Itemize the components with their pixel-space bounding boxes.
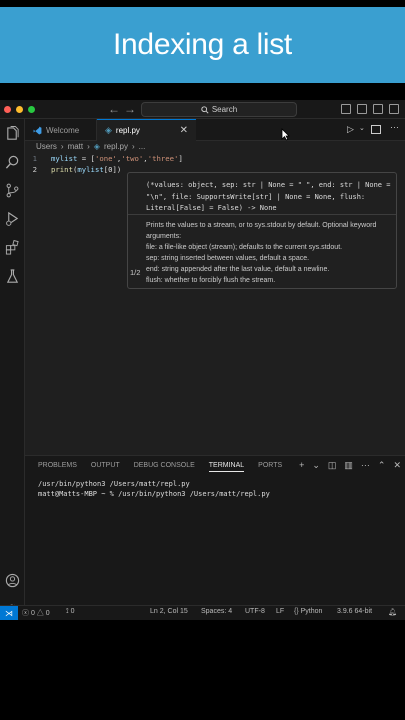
ports-status[interactable]: ⟟ 0	[66, 608, 74, 616]
new-terminal-icon[interactable]: +	[299, 460, 304, 471]
line-number: 1	[32, 154, 37, 163]
extensions-icon[interactable]	[5, 240, 20, 255]
python-interpreter[interactable]: 3.9.6 64-bit	[337, 608, 372, 615]
overload-counter[interactable]: 1/2	[130, 268, 140, 277]
tab-output[interactable]: OUTPUT	[91, 462, 120, 472]
customize-layout-icon[interactable]	[389, 104, 399, 114]
code-text: mylist = ['one','two','three']	[51, 154, 183, 163]
tab-label: repl.py	[115, 126, 140, 135]
search-icon	[201, 105, 209, 114]
breadcrumb-item[interactable]: repl.py	[104, 142, 128, 151]
testing-icon[interactable]	[5, 269, 20, 284]
close-tab-icon[interactable]: ✕	[180, 125, 188, 136]
breadcrumb-item[interactable]: Users	[36, 142, 57, 151]
tab-problems[interactable]: PROBLEMS	[38, 462, 77, 472]
panel-tabs: PROBLEMS OUTPUT DEBUG CONSOLE TERMINAL P…	[38, 462, 282, 472]
breadcrumb-item[interactable]: matt	[68, 142, 84, 151]
close-window-button[interactable]	[4, 106, 11, 113]
line-ending[interactable]: LF	[276, 608, 284, 615]
chevron-right-icon: ›	[87, 142, 90, 151]
problems-status[interactable]: ⓧ 0 △ 0	[22, 608, 50, 618]
files-icon[interactable]	[5, 126, 20, 141]
vscode-window: ← → Search 1 Welcome ◈ repl.py ✕ ▷	[0, 100, 405, 620]
split-terminal-icon[interactable]: ◫	[328, 460, 337, 471]
tab-terminal[interactable]: TERMINAL	[208, 462, 245, 472]
title-banner: Indexing a list	[0, 0, 405, 92]
bottom-panel: PROBLEMS OUTPUT DEBUG CONSOLE TERMINAL P…	[25, 455, 405, 605]
vscode-logo-icon	[33, 126, 42, 134]
signature-text: (*values: object, sep: str | None = " ",…	[146, 181, 391, 212]
encoding[interactable]: UTF-8	[245, 608, 265, 615]
source-control-icon[interactable]	[5, 183, 20, 198]
remote-icon[interactable]: ⋊	[0, 606, 18, 620]
tab-repl-py[interactable]: ◈ repl.py ✕	[97, 119, 196, 141]
chevron-right-icon: ›	[131, 142, 135, 151]
code-text: print(mylist[0])	[51, 165, 122, 174]
maximize-window-button[interactable]	[28, 106, 35, 113]
line-number: 2	[32, 165, 37, 174]
signature-help-popup: (*values: object, sep: str | None = " ",…	[127, 172, 397, 289]
breadcrumb-item[interactable]: ...	[139, 142, 146, 151]
chevron-down-icon[interactable]: ⌄	[359, 124, 365, 132]
forward-arrow-icon[interactable]: →	[124, 102, 136, 116]
title-banner-bar: Indexing a list	[0, 7, 405, 83]
command-center-search[interactable]: Search	[141, 102, 297, 117]
language-mode[interactable]: {} Python	[294, 608, 322, 615]
python-file-icon: ◈	[93, 142, 100, 151]
indentation[interactable]: Spaces: 4	[201, 608, 232, 615]
run-debug-icon[interactable]	[5, 211, 20, 226]
search-icon[interactable]	[5, 155, 20, 170]
tab-ports[interactable]: PORTS	[258, 462, 282, 472]
split-editor-icon[interactable]	[371, 125, 381, 134]
editor-tabs: Welcome ◈ repl.py ✕ ▷ ⌄ ···	[25, 119, 405, 141]
braces-icon: {}	[294, 608, 299, 615]
more-actions-icon[interactable]: ···	[390, 122, 399, 132]
account-icon[interactable]	[5, 573, 20, 588]
more-actions-icon[interactable]: ···	[361, 460, 370, 471]
divider	[128, 214, 396, 215]
tab-label: Welcome	[46, 125, 80, 135]
back-arrow-icon[interactable]: ←	[108, 102, 120, 116]
cursor-position[interactable]: Ln 2, Col 15	[150, 608, 188, 615]
tab-welcome[interactable]: Welcome	[25, 119, 97, 141]
notifications-bell-icon[interactable]: 🔔︎	[388, 608, 397, 616]
run-python-file-icon[interactable]: ▷	[347, 124, 354, 135]
toggle-primary-sidebar-icon[interactable]	[341, 104, 351, 114]
minimize-window-button[interactable]	[16, 106, 23, 113]
title-bar: ← → Search	[0, 100, 405, 119]
tab-debug-console[interactable]: DEBUG CONSOLE	[134, 462, 195, 472]
terminal-output[interactable]: /usr/bin/python3 /Users/matt/repl.py matt…	[38, 480, 270, 499]
python-file-icon: ◈	[105, 125, 112, 135]
toggle-secondary-sidebar-icon[interactable]	[373, 104, 383, 114]
search-label: Search	[211, 105, 238, 114]
trash-icon[interactable]: ▥	[344, 460, 353, 471]
signature-docs: Prints the values to a stream, or to sys…	[146, 222, 377, 284]
close-panel-icon[interactable]: ✕	[393, 460, 401, 471]
banner-title: Indexing a list	[113, 28, 292, 61]
panel-actions: + ⌄ ◫ ▥ ··· ⌃ ✕	[299, 460, 401, 471]
status-bar: ⋊ ⓧ 0 △ 0 ⟟ 0 Ln 2, Col 15 Spaces: 4 UTF…	[0, 605, 405, 620]
maximize-panel-icon[interactable]: ⌃	[378, 460, 386, 471]
mouse-cursor-icon	[281, 128, 290, 141]
activity-bar: 1	[0, 119, 25, 620]
code-line: 1 mylist = ['one','two','three']	[25, 153, 405, 164]
toggle-panel-icon[interactable]	[357, 104, 367, 114]
chevron-down-icon[interactable]: ⌄	[312, 460, 320, 471]
breadcrumb: Users › matt › ◈ repl.py › ...	[36, 142, 145, 151]
chevron-right-icon: ›	[60, 142, 64, 151]
